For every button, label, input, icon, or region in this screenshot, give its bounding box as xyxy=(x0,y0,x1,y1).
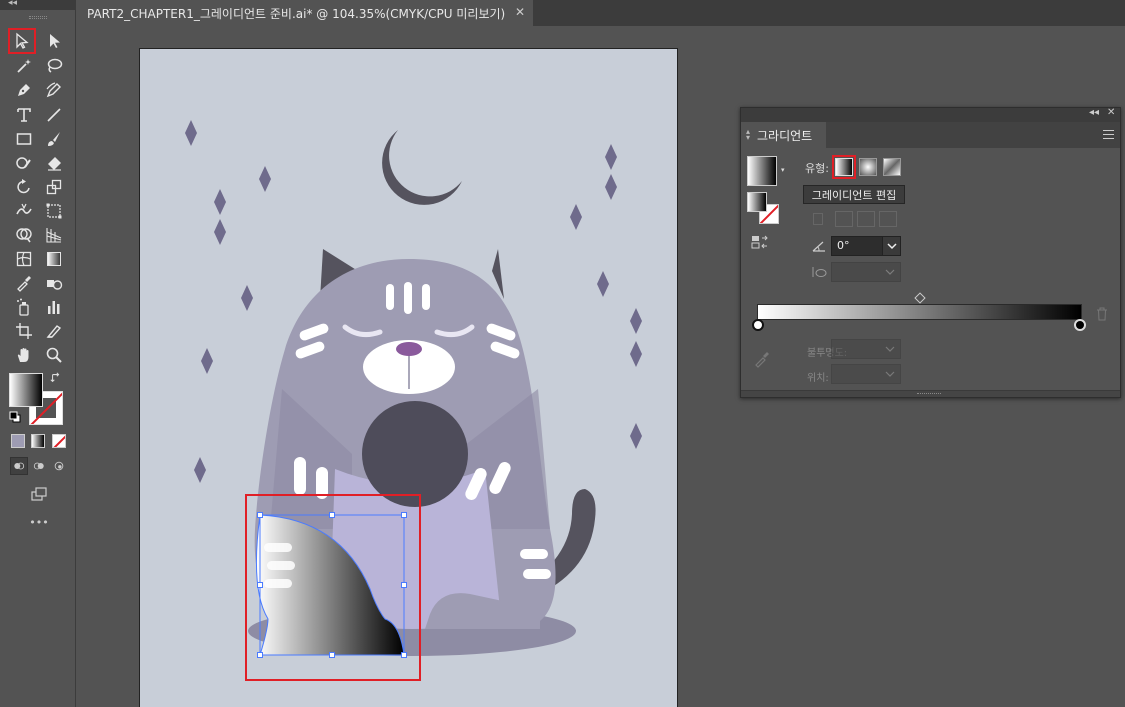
none-mode-icon[interactable] xyxy=(52,434,66,448)
panel-menu-icon[interactable] xyxy=(1103,130,1114,139)
toolbar-header: ◂◂ xyxy=(0,0,75,10)
leg-stripes xyxy=(264,543,295,588)
mesh-tool-icon[interactable] xyxy=(12,248,36,270)
paintbrush-tool-icon[interactable] xyxy=(42,128,66,150)
moon xyxy=(382,130,462,205)
draw-behind-icon[interactable] xyxy=(30,457,48,475)
mini-fill-swatch[interactable] xyxy=(747,192,767,212)
stroke-gradient-icon xyxy=(813,213,823,225)
shape-builder-tool-icon[interactable] xyxy=(12,224,36,246)
symbol-sprayer-tool-icon[interactable] xyxy=(12,296,36,318)
gradient-midpoint-handle[interactable] xyxy=(914,292,926,304)
type-label: 유형: xyxy=(805,162,829,175)
collapse-toolbar-icon[interactable]: ◂◂ xyxy=(8,0,17,8)
tools-panel: ◂◂ ••• xyxy=(0,0,76,707)
lasso-tool-icon[interactable] xyxy=(42,55,66,77)
screen-mode-icon[interactable] xyxy=(27,483,51,505)
slice-tool-icon[interactable] xyxy=(42,320,66,342)
tab-gradient[interactable]: ▴ ▾ 그라디언트 xyxy=(741,122,826,148)
document-tab-bar: PART2_CHAPTER1_그레이디언트 준비.ai* @ 104.35%(C… xyxy=(77,0,1125,26)
fill-stroke-mini xyxy=(747,192,783,224)
type-tool-icon[interactable] xyxy=(12,104,36,126)
gradient-preview-swatch[interactable] xyxy=(747,156,777,186)
cat-illustration xyxy=(185,120,642,681)
default-fill-stroke-icon[interactable] xyxy=(8,410,22,424)
opacity-input[interactable] xyxy=(831,339,901,359)
pen-tool-icon[interactable] xyxy=(12,79,36,101)
tooltip-edit-gradient: 그레이디언트 편집 xyxy=(803,185,905,204)
document-tab-title: PART2_CHAPTER1_그레이디언트 준비.ai* @ 104.35%(C… xyxy=(87,6,506,21)
aspect-ratio-icon xyxy=(811,264,827,278)
fill-swatch[interactable] xyxy=(9,373,43,407)
scale-tool-icon[interactable] xyxy=(42,176,66,198)
panel-header: ◂◂ ✕ xyxy=(741,107,1120,122)
stop-eyedropper-icon[interactable] xyxy=(753,350,771,368)
eraser-tool-icon[interactable] xyxy=(42,152,66,174)
draw-inside-icon[interactable] xyxy=(50,457,68,475)
selection-tool-icon[interactable] xyxy=(8,28,36,54)
delete-stop-icon[interactable] xyxy=(1096,306,1108,321)
gradient-panel: ◂◂ ✕ ▴ ▾ 그라디언트 ▾ 유형: 그레이디언트 편집 0° 불투명도: … xyxy=(740,107,1121,398)
illustrator-window: ◂◂ ••• PART2_CHAPTER1_그레이디언트 준비.ai* @ 10… xyxy=(0,0,1125,707)
stroke-along-button[interactable] xyxy=(857,211,875,227)
magic-wand-tool-icon[interactable] xyxy=(12,55,36,77)
line-segment-tool-icon[interactable] xyxy=(42,104,66,126)
angle-icon xyxy=(811,238,827,252)
more-tools-button[interactable]: ••• xyxy=(26,516,52,529)
panel-resize-bar[interactable] xyxy=(741,390,1120,397)
aspect-ratio-input[interactable] xyxy=(831,262,901,282)
stroke-within-button[interactable] xyxy=(835,211,853,227)
radial-gradient-button[interactable] xyxy=(859,158,877,176)
cat-ball xyxy=(362,401,468,507)
gradient-mode-icon[interactable] xyxy=(31,434,45,448)
angle-dropdown-button[interactable] xyxy=(882,236,901,256)
angle-value: 0° xyxy=(837,239,850,252)
gradient-tool-icon[interactable] xyxy=(42,248,66,270)
freeform-gradient-button[interactable] xyxy=(883,158,901,176)
draw-normal-icon[interactable] xyxy=(10,457,28,475)
blend-tool-icon[interactable] xyxy=(42,272,66,294)
column-graph-tool-icon[interactable] xyxy=(42,296,66,318)
location-label: 위치: xyxy=(807,373,829,384)
location-input[interactable] xyxy=(831,364,901,384)
tab-updown-icon: ▴ ▾ xyxy=(746,127,751,142)
eyedropper-tool-icon[interactable] xyxy=(12,272,36,294)
close-document-icon[interactable]: ✕ xyxy=(515,5,525,19)
linear-gradient-button[interactable] xyxy=(835,158,853,176)
panel-tab-strip: ▴ ▾ 그라디언트 xyxy=(741,122,1120,148)
curvature-tool-icon[interactable] xyxy=(42,79,66,101)
perspective-grid-tool-icon[interactable] xyxy=(42,224,66,246)
gradient-start-stop[interactable] xyxy=(752,319,764,331)
hand-tool-icon[interactable] xyxy=(12,344,36,366)
free-transform-tool-icon[interactable] xyxy=(42,200,66,222)
collapse-panel-icon[interactable]: ◂◂ xyxy=(1089,107,1099,118)
artboard-tool-icon[interactable] xyxy=(12,320,36,342)
artboard[interactable] xyxy=(139,48,678,707)
direct-selection-tool-icon[interactable] xyxy=(42,30,66,52)
gradient-end-stop[interactable] xyxy=(1074,319,1086,331)
close-panel-icon[interactable]: ✕ xyxy=(1107,107,1115,118)
rectangle-tool-icon[interactable] xyxy=(12,128,36,150)
document-tab[interactable]: PART2_CHAPTER1_그레이디언트 준비.ai* @ 104.35%(C… xyxy=(77,0,533,26)
gradient-slider-bar[interactable] xyxy=(757,304,1082,320)
rotate-tool-icon[interactable] xyxy=(12,176,36,198)
zoom-tool-icon[interactable] xyxy=(42,344,66,366)
width-tool-icon[interactable] xyxy=(12,200,36,222)
toolbar-grip[interactable] xyxy=(0,10,75,30)
preview-dropdown-icon[interactable]: ▾ xyxy=(781,166,785,174)
color-mode-icon[interactable] xyxy=(11,434,25,448)
reverse-gradient-icon[interactable] xyxy=(751,234,769,250)
stroke-across-button[interactable] xyxy=(879,211,897,227)
swap-fill-stroke-icon[interactable] xyxy=(48,370,64,386)
cat-nose xyxy=(396,342,422,356)
tab-gradient-label: 그라디언트 xyxy=(757,128,813,143)
shaper-tool-icon[interactable] xyxy=(12,152,36,174)
